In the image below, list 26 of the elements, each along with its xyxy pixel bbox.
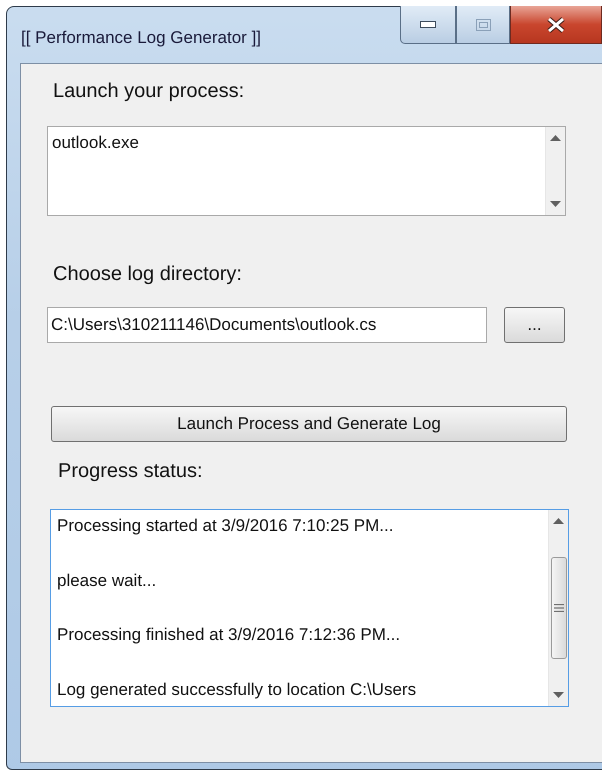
process-field[interactable]: outlook.exe xyxy=(47,126,566,216)
scroll-up-icon[interactable] xyxy=(550,135,561,141)
scroll-down-icon[interactable] xyxy=(550,201,561,207)
maximize-button[interactable] xyxy=(456,6,510,44)
log-line: Log generated successfully to location C:\Users xyxy=(57,680,418,700)
scroll-up-icon[interactable] xyxy=(553,518,564,524)
maximize-icon xyxy=(476,18,490,30)
window-title: [[ Performance Log Generator ]] xyxy=(21,28,262,48)
log-line: Processing started at 3/9/2016 7:10:25 PM... xyxy=(57,516,394,536)
close-button[interactable] xyxy=(510,6,602,44)
path-field[interactable]: C:\Users\310211146\Documents\outlook.cs xyxy=(47,307,487,343)
log-line: Processing finished at 3/9/2016 7:12:36 PM... xyxy=(57,625,402,646)
scrollbar[interactable] xyxy=(548,510,568,706)
scrollbar[interactable] xyxy=(545,127,565,215)
grip-icon xyxy=(554,604,564,612)
process-label: Launch your process: xyxy=(53,80,246,103)
directory-label: Choose log directory: xyxy=(53,263,243,286)
browse-button[interactable]: ... xyxy=(504,307,565,343)
log-line: please wait... xyxy=(57,570,158,591)
scroll-thumb[interactable] xyxy=(550,557,566,659)
close-icon xyxy=(546,16,566,32)
minimize-icon xyxy=(420,21,436,28)
launch-button[interactable]: Launch Process and Generate Log xyxy=(51,406,567,442)
minimize-button[interactable] xyxy=(400,6,456,44)
progress-label: Progress status: xyxy=(58,460,204,483)
scroll-down-icon[interactable] xyxy=(553,692,564,698)
